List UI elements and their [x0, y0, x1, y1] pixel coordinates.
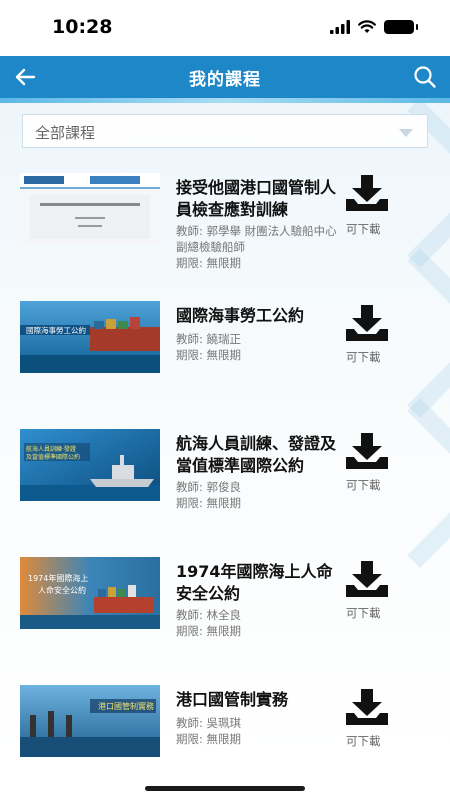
download-status: 可下載	[346, 222, 381, 236]
download-icon	[346, 561, 388, 597]
svg-text:航海人員訓練·發證: 航海人員訓練·發證	[26, 445, 76, 453]
course-thumbnail: 1974年國際海上 人命安全公約	[20, 557, 160, 629]
download-status: 可下載	[346, 478, 381, 492]
page-title: 我的課程	[189, 70, 261, 90]
download-status: 可下載	[346, 350, 381, 364]
download-icon	[346, 305, 388, 341]
course-period: 期限: 無限期	[176, 348, 242, 362]
status-time: 10:28	[52, 16, 113, 38]
status-icons	[330, 20, 418, 34]
course-title: 航海人員訓練、發證及當值標準國際公約	[176, 434, 337, 475]
course-period: 期限: 無限期	[176, 732, 242, 746]
course-period: 期限: 無限期	[176, 496, 242, 510]
course-thumbnail	[20, 173, 160, 245]
course-period: 期限: 無限期	[176, 256, 242, 270]
svg-text:國際海事勞工公約: 國際海事勞工公約	[26, 325, 86, 335]
download-status: 可下載	[346, 606, 381, 620]
course-title: 接受他國港口國管制人員檢查應對訓練	[176, 178, 337, 219]
download-icon	[346, 175, 388, 211]
course-teacher: 教師: 郭學舉 財團法人驗船中心副總檢驗船師	[176, 224, 337, 254]
svg-text:港口國管制實務: 港口國管制實務	[98, 701, 154, 711]
bottom-safe-area	[0, 768, 450, 800]
download-status: 可下載	[346, 734, 381, 748]
course-thumbnail: 港口國管制實務	[20, 685, 160, 757]
search-button[interactable]	[410, 62, 440, 92]
course-title: 國際海事勞工公約	[176, 306, 305, 325]
search-icon	[414, 66, 436, 88]
course-item[interactable]: 航海人員訓練·發證 及當值標準國際公約 航海人員訓練、發證及當值標準國際公約 教…	[0, 429, 450, 549]
course-item[interactable]: 接受他國港口國管制人員檢查應對訓練 教師: 郭學舉 財團法人驗船中心副總檢驗船師…	[0, 173, 450, 293]
course-teacher: 教師: 吳珮琪	[176, 716, 242, 730]
download-icon	[346, 689, 388, 725]
download-icon	[346, 433, 388, 469]
course-teacher: 教師: 饒瑞正	[176, 332, 242, 346]
home-indicator[interactable]	[145, 786, 305, 791]
wifi-icon	[358, 20, 376, 33]
chevron-down-icon	[399, 129, 413, 137]
filter-selected-value: 全部課程	[35, 124, 96, 142]
course-filter-select[interactable]: 全部課程	[22, 114, 428, 148]
status-bar: 10:28	[0, 0, 450, 56]
battery-icon	[384, 20, 418, 34]
course-thumbnail: 航海人員訓練·發證 及當值標準國際公約	[20, 429, 160, 501]
course-thumbnail: 國際海事勞工公約	[20, 301, 160, 373]
course-title: 1974年國際海上人命安全公約	[176, 562, 333, 603]
course-title: 港口國管制實務	[176, 690, 289, 709]
course-period: 期限: 無限期	[176, 624, 242, 638]
course-teacher: 教師: 郭俊良	[176, 480, 242, 494]
course-item[interactable]: 國際海事勞工公約 國際海事勞工公約 教師: 饒瑞正 期限: 無限期 可下載	[0, 301, 450, 421]
svg-text:及當值標準國際公約: 及當值標準國際公約	[26, 453, 80, 461]
signal-icon	[330, 20, 350, 34]
svg-text:人命安全公約: 人命安全公約	[38, 585, 86, 595]
course-teacher: 教師: 林全良	[176, 608, 242, 622]
app-header: 我的課程	[0, 56, 450, 98]
svg-text:1974年國際海上: 1974年國際海上	[28, 573, 88, 583]
course-item[interactable]: 1974年國際海上 人命安全公約 1974年國際海上人命安全公約 教師: 林全良…	[0, 557, 450, 677]
